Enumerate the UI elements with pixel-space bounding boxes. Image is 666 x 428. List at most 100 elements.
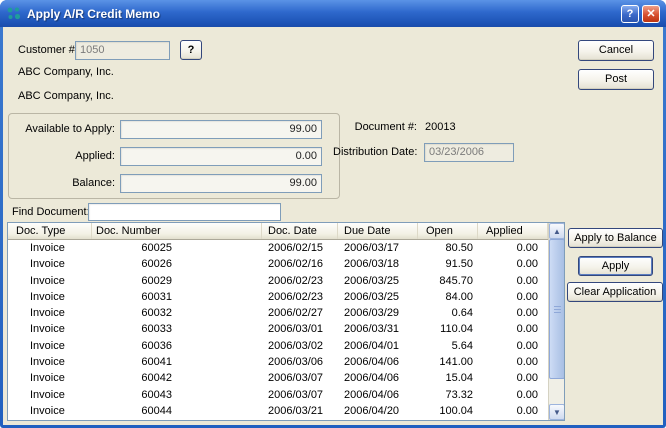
table-cell: 91.50 bbox=[418, 256, 478, 272]
distribution-date-field: 03/23/2006 bbox=[424, 143, 514, 162]
clear-application-button[interactable]: Clear Application bbox=[567, 282, 663, 302]
table-cell: 60031 bbox=[92, 289, 262, 305]
table-cell: 2006/03/25 bbox=[338, 289, 418, 305]
available-to-apply-label: Available to Apply: bbox=[13, 123, 115, 135]
table-cell: 2006/04/06 bbox=[338, 387, 418, 403]
table-row[interactable]: Invoice600432006/03/072006/04/0673.320.0… bbox=[8, 387, 548, 403]
company-name-line2: ABC Company, Inc. bbox=[18, 90, 114, 102]
table-cell: 0.00 bbox=[478, 305, 548, 321]
apply-button[interactable]: Apply bbox=[578, 256, 653, 276]
table-cell: 0.64 bbox=[418, 305, 478, 321]
document-number-label: Document #: bbox=[337, 121, 417, 133]
table-cell: 0.00 bbox=[478, 387, 548, 403]
table-cell: 60043 bbox=[92, 387, 262, 403]
table-cell: 84.00 bbox=[418, 289, 478, 305]
find-document-input[interactable] bbox=[88, 203, 281, 221]
table-cell: 2006/02/23 bbox=[262, 273, 338, 289]
table-cell: 2006/03/18 bbox=[338, 256, 418, 272]
table-row[interactable]: Invoice600292006/02/232006/03/25845.700.… bbox=[8, 273, 548, 289]
table-row[interactable]: Invoice600322006/02/272006/03/290.640.00 bbox=[8, 305, 548, 321]
window-title: Apply A/R Credit Memo bbox=[27, 7, 618, 21]
table-cell: 60044 bbox=[92, 403, 262, 419]
table-cell: 60033 bbox=[92, 321, 262, 337]
table-cell: 2006/04/01 bbox=[338, 338, 418, 354]
scroll-up-icon[interactable]: ▲ bbox=[549, 223, 565, 239]
scrollbar-grip bbox=[554, 309, 561, 310]
applied-label: Applied: bbox=[13, 150, 115, 162]
cancel-button[interactable]: Cancel bbox=[578, 40, 654, 61]
table-row[interactable]: Invoice600252006/02/152006/03/1780.500.0… bbox=[8, 240, 548, 256]
table-cell: Invoice bbox=[8, 354, 92, 370]
balance-field: 99.00 bbox=[120, 174, 322, 193]
table-cell: 0.00 bbox=[478, 338, 548, 354]
grid-header-row: Doc. Type Doc. Number Doc. Date Due Date… bbox=[8, 223, 564, 240]
scroll-down-icon[interactable]: ▼ bbox=[549, 404, 565, 420]
dialog-content: Customer #: 1050 ? ABC Company, Inc. ABC… bbox=[3, 27, 663, 425]
customer-label: Customer #: bbox=[18, 44, 78, 56]
table-cell: 60042 bbox=[92, 370, 262, 386]
apply-to-balance-button[interactable]: Apply to Balance bbox=[568, 228, 663, 248]
table-cell: Invoice bbox=[8, 370, 92, 386]
table-cell: 2006/02/27 bbox=[262, 305, 338, 321]
available-to-apply-field: 99.00 bbox=[120, 120, 322, 139]
applied-field: 0.00 bbox=[120, 147, 322, 166]
table-cell: 60041 bbox=[92, 354, 262, 370]
table-cell: Invoice bbox=[8, 321, 92, 337]
table-cell: 60026 bbox=[92, 256, 262, 272]
table-cell: 0.00 bbox=[478, 354, 548, 370]
table-cell: 2006/03/07 bbox=[262, 370, 338, 386]
vertical-scrollbar[interactable]: ▲ ▼ bbox=[548, 223, 564, 420]
table-row[interactable]: Invoice600312006/02/232006/03/2584.000.0… bbox=[8, 289, 548, 305]
document-number-value: 20013 bbox=[425, 121, 456, 133]
table-cell: Invoice bbox=[8, 305, 92, 321]
table-cell: 100.04 bbox=[418, 403, 478, 419]
table-row[interactable]: Invoice600332006/03/012006/03/31110.040.… bbox=[8, 321, 548, 337]
table-cell: Invoice bbox=[8, 403, 92, 419]
table-cell: 0.00 bbox=[478, 256, 548, 272]
customer-field: 1050 bbox=[75, 41, 170, 60]
table-cell: 80.50 bbox=[418, 240, 478, 256]
table-row[interactable]: Invoice600442006/03/212006/04/20100.040.… bbox=[8, 403, 548, 419]
close-icon[interactable]: ✕ bbox=[642, 5, 660, 23]
window: Apply A/R Credit Memo ? ✕ Customer #: 10… bbox=[0, 0, 666, 428]
table-cell: 2006/03/31 bbox=[338, 321, 418, 337]
distribution-date-label: Distribution Date: bbox=[333, 146, 417, 158]
table-row[interactable]: Invoice600262006/02/162006/03/1891.500.0… bbox=[8, 256, 548, 272]
table-cell: Invoice bbox=[8, 387, 92, 403]
table-cell: 2006/03/29 bbox=[338, 305, 418, 321]
post-button[interactable]: Post bbox=[578, 69, 654, 90]
table-cell: 2006/02/16 bbox=[262, 256, 338, 272]
document-grid: Doc. Type Doc. Number Doc. Date Due Date… bbox=[7, 222, 565, 421]
table-cell: 0.00 bbox=[478, 240, 548, 256]
table-cell: Invoice bbox=[8, 256, 92, 272]
column-header-doc-date[interactable]: Doc. Date bbox=[262, 223, 338, 239]
balance-label: Balance: bbox=[13, 177, 115, 189]
table-row[interactable]: Invoice600412006/03/062006/04/06141.000.… bbox=[8, 354, 548, 370]
table-cell: 2006/04/06 bbox=[338, 370, 418, 386]
table-row[interactable]: Invoice600362006/03/022006/04/015.640.00 bbox=[8, 338, 548, 354]
find-document-label: Find Document: bbox=[12, 206, 90, 218]
column-header-due-date[interactable]: Due Date bbox=[338, 223, 418, 239]
column-header-doc-type[interactable]: Doc. Type bbox=[8, 223, 92, 239]
table-cell: Invoice bbox=[8, 289, 92, 305]
table-cell: 2006/03/02 bbox=[262, 338, 338, 354]
column-header-open[interactable]: Open bbox=[418, 223, 478, 239]
table-cell: 60032 bbox=[92, 305, 262, 321]
table-cell: 2006/03/25 bbox=[338, 273, 418, 289]
column-header-applied[interactable]: Applied bbox=[478, 223, 548, 239]
document-grid-body: Invoice600252006/02/152006/03/1780.500.0… bbox=[8, 240, 548, 420]
table-cell: 60029 bbox=[92, 273, 262, 289]
column-header-doc-number[interactable]: Doc. Number bbox=[92, 223, 262, 239]
scrollbar-thumb[interactable] bbox=[549, 239, 565, 379]
table-cell: 845.70 bbox=[418, 273, 478, 289]
help-icon[interactable]: ? bbox=[621, 5, 639, 23]
titlebar[interactable]: Apply A/R Credit Memo ? ✕ bbox=[0, 0, 666, 27]
customer-lookup-button[interactable]: ? bbox=[180, 40, 202, 60]
company-name-line1: ABC Company, Inc. bbox=[18, 66, 114, 78]
table-cell: 15.04 bbox=[418, 370, 478, 386]
table-row[interactable]: Invoice600422006/03/072006/04/0615.040.0… bbox=[8, 370, 548, 386]
table-cell: 0.00 bbox=[478, 321, 548, 337]
table-cell: 73.32 bbox=[418, 387, 478, 403]
table-cell: 60036 bbox=[92, 338, 262, 354]
table-cell: 2006/03/01 bbox=[262, 321, 338, 337]
